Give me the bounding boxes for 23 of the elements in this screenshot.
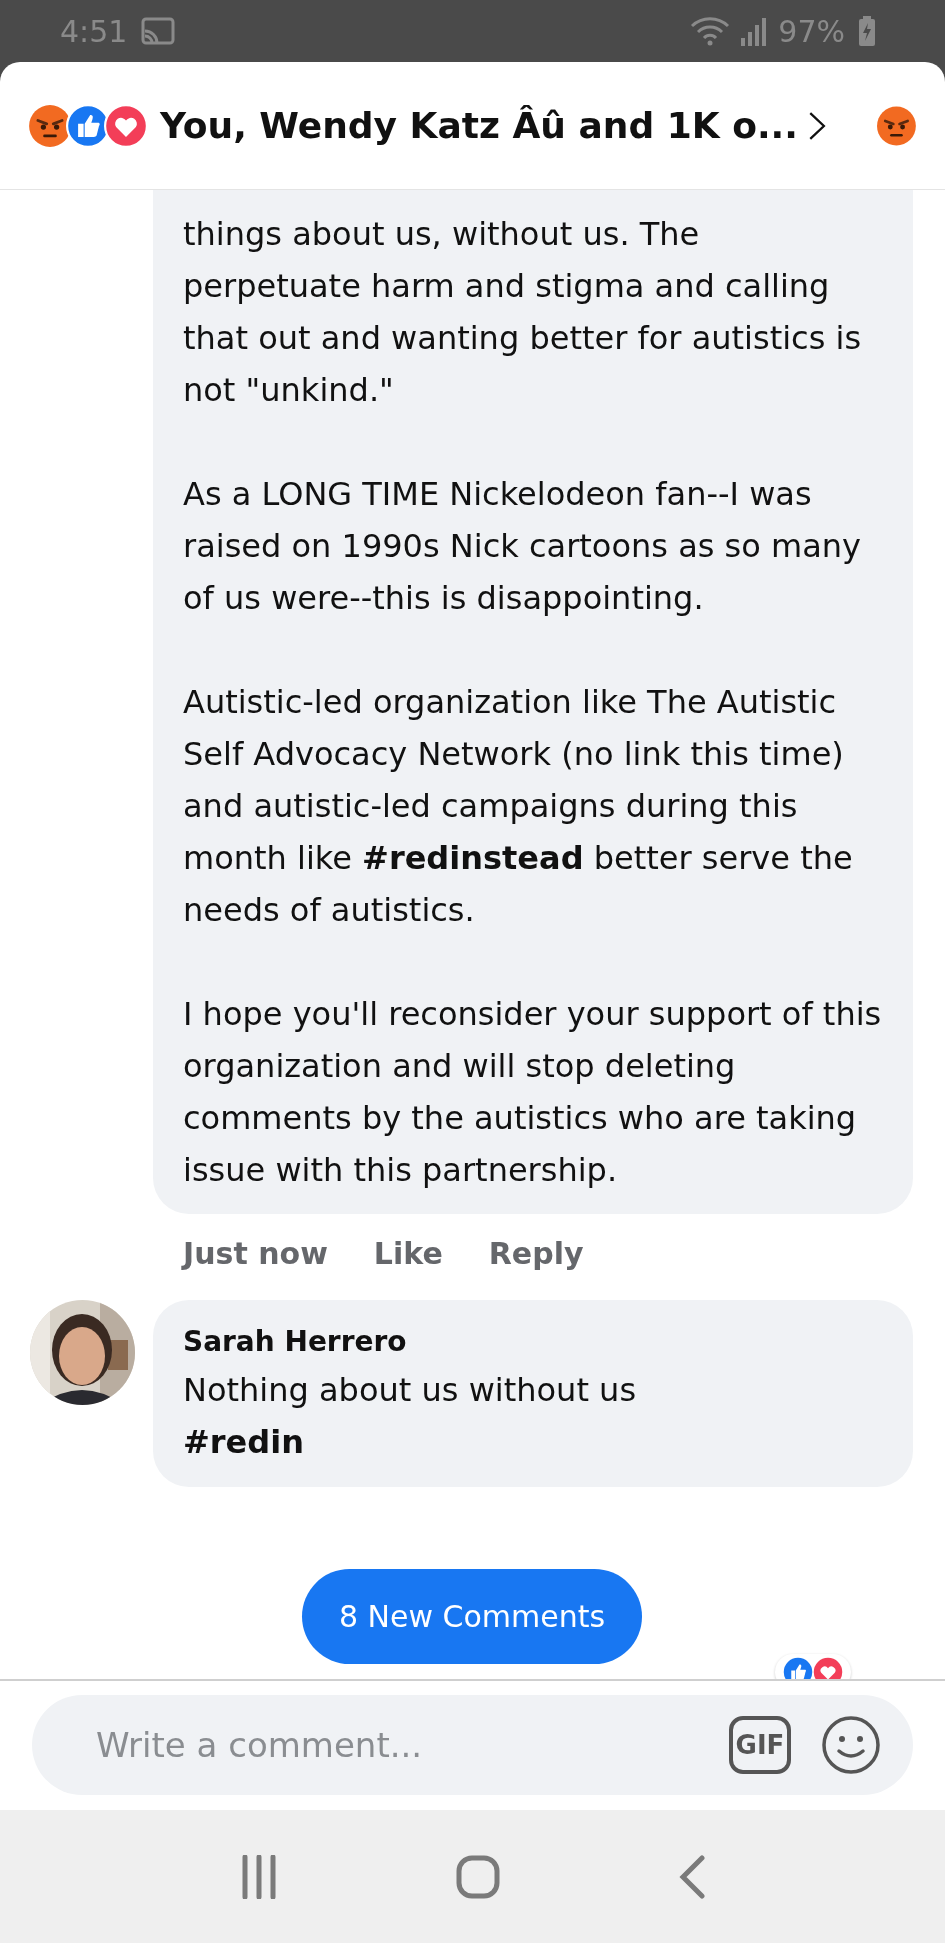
back-icon[interactable] [678,1854,707,1899]
home-icon[interactable] [456,1854,501,1899]
signal-icon [740,16,769,46]
comment-paragraph: Autistic-led organization like The Autistic Self Advocacy Network (no link this time) and autistic-led campaigns during this month like #redinstead better serve the needs of autistics. [183,682,854,931]
gif-button[interactable]: GIF [729,1716,791,1774]
comment-action-link[interactable]: Like [373,1235,443,1271]
comment-action-link[interactable]: Reply [488,1235,584,1271]
comment-author[interactable]: Sarah Herrero [183,1320,883,1364]
comment-paragraph: As a LONG TIME Nickelodeon fan--I was raised on 1990s Nick cartoons as so many of us were--this is disappointing. [183,474,862,619]
comment-paragraph: things about us, without us. The perpetuate harm and stigma and calling that out and wanting better for autistics is not "unkind." [183,214,863,411]
clock-time: 4:51 [60,13,128,49]
reactions-summary[interactable]: You, Wendy Katz Âû and 1K o... [160,105,798,146]
cast-icon [141,17,176,45]
new-comments-button[interactable]: 8 New Comments [302,1569,642,1664]
comment-paragraph: I hope you'll reconsider your support of this organization and will stop deleting comments by the autistics who are taking issue with this partnership. [183,994,883,1191]
battery-charging-icon [859,16,875,46]
emoji-icon[interactable] [821,1715,881,1775]
comment-text: #redin [183,1422,305,1463]
wifi-icon [690,16,731,46]
battery-percent: 97% [778,13,845,49]
comment-text: Nothing about us without us [183,1370,638,1411]
comment-field[interactable]: Write a comment... GIF [32,1695,913,1795]
comment-time: Just now [183,1235,328,1271]
